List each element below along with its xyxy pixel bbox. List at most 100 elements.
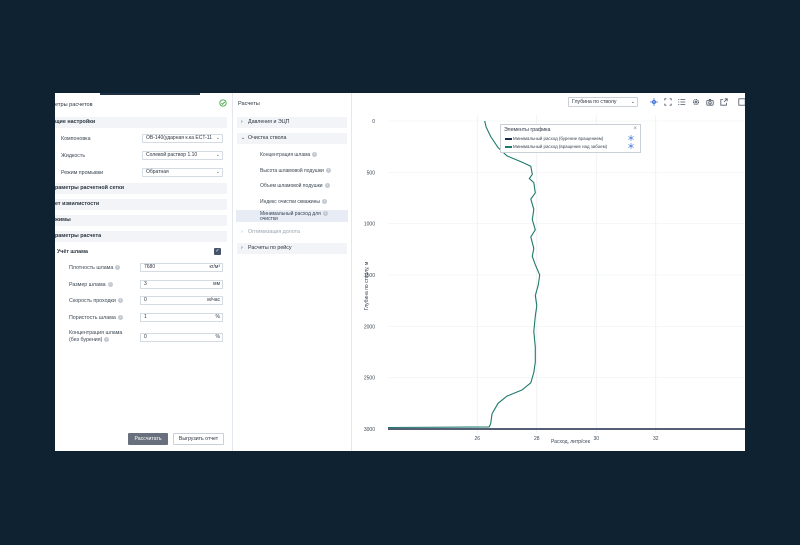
y-tick-label: 0 (372, 119, 375, 125)
series-line-0[interactable] (387, 120, 541, 429)
calculations-title: Расчеты (238, 101, 260, 107)
group-trip-calcs[interactable]: › Расчеты по рейсу (237, 243, 347, 254)
x-tick-label: 28 (534, 436, 540, 442)
group-bit-optimization[interactable]: › Оптимизация долота (237, 227, 347, 238)
calculate-button[interactable]: Рассчитать (128, 433, 168, 445)
chevron-right-icon: › (241, 119, 243, 125)
section-general[interactable]: щие настройки (55, 117, 227, 128)
info-icon: i (312, 152, 318, 158)
info-icon: i (104, 337, 110, 343)
x-tick-label: 26 (474, 436, 480, 442)
conc-unit: % (215, 334, 220, 340)
subitem-cleaning-index[interactable]: Индекс очистки скважины i (260, 199, 327, 205)
info-icon: i (321, 199, 327, 205)
fluid-label: Жидкость (61, 153, 86, 159)
density-unit: кг/м³ (209, 264, 220, 270)
density-input[interactable]: 7680 кг/м³ (140, 263, 223, 272)
flush-mode-label: Режим промывки (61, 170, 104, 176)
info-icon: i (115, 265, 121, 271)
calculations-panel: Расчеты › Давления и ЭЦП ⌄ Очистка ствола … (233, 93, 352, 451)
chevron-down-icon: ⌄ (241, 135, 246, 141)
info-icon: i (322, 211, 328, 216)
subitem-bed-height[interactable]: Высота шламовой подушки i (260, 168, 331, 174)
legend-swatch-offbottom (505, 146, 512, 148)
x-tick-label: 30 (593, 436, 599, 442)
snowflake-icon[interactable] (628, 135, 634, 141)
speed-value: 0 (144, 297, 147, 303)
info-icon: i (117, 315, 123, 321)
layout-select[interactable]: OB-140(ударная к.ка ECT-11 ⌄ (142, 134, 223, 143)
snowflake-icon[interactable] (628, 143, 634, 149)
x-tick-label: 32 (653, 436, 659, 442)
subitem-min-flow-line2: очистки (260, 216, 278, 223)
fluid-select[interactable]: Солевой раствор 1.10 ⌄ (142, 151, 223, 160)
sludge-title: Учёт шлама (57, 249, 88, 255)
conc-label-line1: Концентрация шлама (69, 330, 123, 336)
layout-label: Компоновка (61, 136, 91, 142)
speed-unit: м/час (207, 297, 220, 303)
legend-title: Элементы графика (504, 127, 551, 133)
chevron-right-icon: › (241, 245, 243, 251)
group-trip-calcs-label: Расчеты по рейсу (248, 245, 292, 251)
calc-params-panel: етры расчетов щие настройки Компоновка O… (55, 93, 233, 451)
conc-input[interactable]: 0% (140, 333, 223, 342)
y-tick-label: 3000 (364, 427, 375, 433)
subitem-min-flow-selected[interactable]: Минимальный расход для i очистки (236, 210, 348, 222)
group-pressure-label: Давления и ЭЦП (248, 119, 290, 125)
conc-value: 0 (144, 334, 147, 340)
subitem-bed-volume[interactable]: Объем шламовой подушки i (260, 183, 330, 189)
chevron-down-icon: ⌄ (215, 169, 220, 175)
chevron-right-icon: › (241, 229, 243, 235)
conc-label-line2: (без бурения) (69, 337, 103, 343)
panel-title: етры расчетов (55, 102, 93, 108)
x-axis-label: Расход, литр/сек (551, 439, 590, 445)
subitem-concentration-label: Концентрация шлама (260, 152, 311, 158)
close-icon[interactable]: × (633, 126, 637, 132)
check-circle-icon (219, 99, 227, 107)
fluid-value: Солевой раствор 1.10 (146, 152, 198, 158)
flush-mode-select[interactable]: Обратная ⌄ (142, 168, 223, 177)
panel-header: етры расчетов (55, 99, 233, 113)
section-grid[interactable]: раметры расчетной сетки (55, 183, 227, 194)
size-label: Размер шлама i (69, 282, 113, 288)
y-tick-label: 2500 (364, 376, 375, 382)
legend-item-rotary: Минимальный расход (бурение вращением) (513, 136, 604, 141)
size-value: 3 (144, 281, 147, 287)
y-axis-label: Глубина по стволу, м (364, 261, 370, 311)
porosity-unit: % (215, 314, 220, 320)
chart-legend: Элементы графика × Минимальный расход (б… (500, 124, 641, 153)
subitem-concentration[interactable]: Концентрация шлама i (260, 152, 318, 158)
chevron-down-icon: ⌄ (215, 152, 220, 158)
group-pressure[interactable]: › Давления и ЭЦП (237, 117, 347, 128)
sludge-checkbox[interactable]: ✓ (214, 248, 221, 255)
conc-label: Концентрация шлама (без бурения) i (69, 330, 122, 344)
porosity-label: Пористость шлама i (69, 315, 123, 321)
porosity-label-text: Пористость шлама (69, 315, 116, 321)
subitem-bed-volume-label: Объем шламовой подушки (260, 183, 323, 189)
y-tick-label: 1000 (364, 222, 375, 228)
info-icon: i (324, 183, 330, 189)
flush-mode-value: Обратная (146, 169, 169, 175)
subitem-cleaning-index-label: Индекс очистки скважины (260, 199, 320, 205)
size-input[interactable]: 3 мм (140, 280, 223, 289)
legend-item-offbottom: Минимальный расход (вращение над забоем) (513, 144, 608, 149)
porosity-input[interactable]: 1% (140, 313, 223, 322)
size-unit: мм (213, 281, 220, 287)
section-modes[interactable]: жимы (55, 215, 227, 226)
legend-swatch-rotary (505, 138, 512, 140)
section-calc-params[interactable]: раметры расчета (55, 231, 227, 242)
subitem-bed-height-label: Высота шламовой подушки (260, 168, 324, 174)
speed-label-text: Скорость проходки (69, 298, 116, 304)
info-icon: i (117, 298, 123, 304)
speed-input[interactable]: 0 м/час (140, 296, 223, 305)
density-label: Плотность шлама i (69, 265, 121, 271)
y-tick-label: 500 (367, 170, 376, 176)
section-tortuosity[interactable]: ет извилистости (55, 199, 227, 210)
layout-value: OB-140(ударная к.ка ECT-11 (146, 135, 212, 141)
chart-panel: Глубина по стволу ⌄ 26 28 30 32 0 500 1000 1500… (352, 93, 745, 451)
porosity-value: 1 (144, 314, 147, 320)
group-hole-cleaning[interactable]: ⌄ Очистка ствола (237, 133, 347, 144)
export-report-button[interactable]: Выгрузить отчет (173, 433, 224, 445)
app-window: етры расчетов щие настройки Компоновка O… (55, 93, 745, 451)
group-bit-optimization-label: Оптимизация долота (248, 229, 300, 235)
